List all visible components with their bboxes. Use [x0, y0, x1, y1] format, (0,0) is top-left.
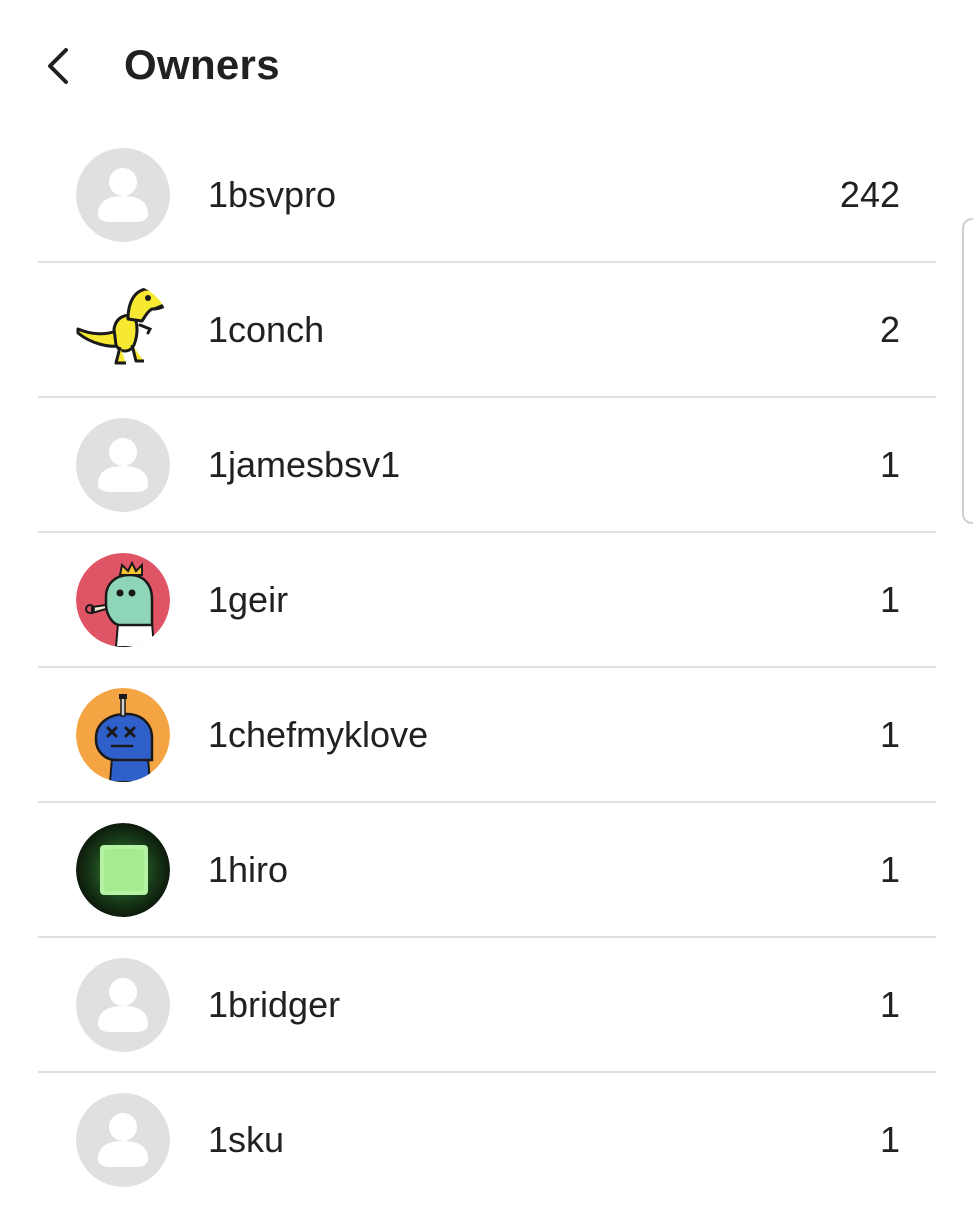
owner-name: 1conch [208, 309, 325, 350]
page-title: Owners [124, 41, 280, 88]
owner-count: 1 [879, 579, 900, 620]
owner-count: 242 [839, 174, 900, 215]
owner-count: 1 [879, 714, 900, 755]
owner-count: 1 [879, 444, 900, 485]
owner-row-1geir[interactable]: 1geir 1 [38, 533, 936, 668]
blue-dinosaur-avatar [76, 688, 170, 782]
owner-name: 1bridger [208, 984, 341, 1025]
owner-row-1bridger[interactable]: 1bridger 1 [38, 938, 936, 1073]
owner-count: 1 [879, 849, 900, 890]
default-avatar-icon [76, 958, 170, 1052]
owner-row-1sku[interactable]: 1sku 1 [38, 1073, 936, 1206]
default-avatar-icon [76, 1093, 170, 1187]
owner-row-1jamesbsv1[interactable]: 1jamesbsv1 1 [38, 398, 936, 533]
owner-count: 2 [879, 309, 900, 350]
owner-name: 1geir [208, 579, 289, 620]
glowing-cube-avatar [76, 823, 170, 917]
crowned-dinosaur-avatar [76, 553, 170, 647]
yellow-dinosaur-avatar [76, 283, 170, 377]
owner-count: 1 [879, 1119, 900, 1160]
owner-name: 1bsvpro [208, 174, 337, 215]
owner-name: 1jamesbsv1 [208, 444, 401, 485]
owner-name: 1chefmyklove [208, 714, 429, 755]
owner-row-1conch[interactable]: 1conch 2 [38, 263, 936, 398]
back-button[interactable] [30, 36, 90, 96]
owner-name: 1hiro [208, 849, 289, 890]
owner-name: 1sku [208, 1119, 285, 1160]
app-header: Owners [0, 0, 973, 130]
scrollbar[interactable] [962, 218, 973, 524]
owner-count: 1 [879, 984, 900, 1025]
owner-row-1hiro[interactable]: 1hiro 1 [38, 803, 936, 938]
default-avatar-icon [76, 418, 170, 512]
owner-row-1bsvpro[interactable]: 1bsvpro 242 [38, 128, 936, 263]
owner-row-1chefmyklove[interactable]: 1chefmyklove 1 [38, 668, 936, 803]
chevron-left-icon [48, 48, 68, 84]
owner-list: 1bsvpro 242 1conch 2 1jamesbsv1 1 1geir … [38, 128, 936, 1206]
default-avatar-icon [76, 148, 170, 242]
